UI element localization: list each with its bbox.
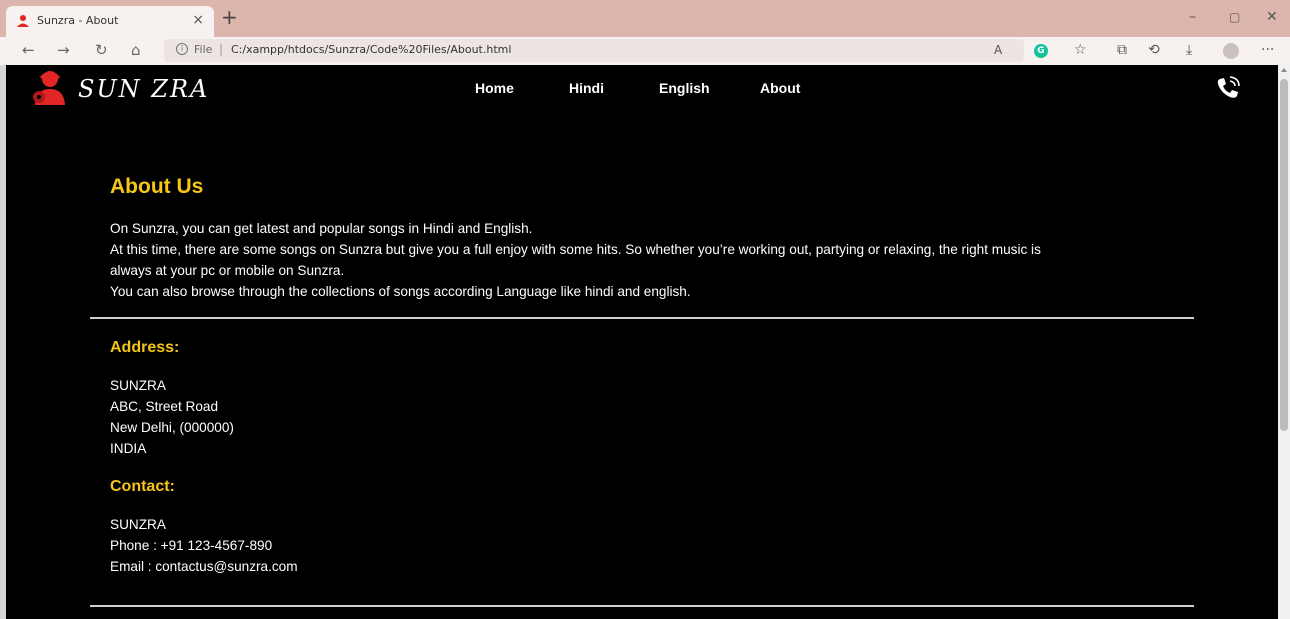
contact-line-1: SUNZRA xyxy=(110,517,166,532)
address-line-1: SUNZRA xyxy=(110,378,166,393)
address-line-4: INDIA xyxy=(110,441,147,456)
close-window-button[interactable]: ✕ xyxy=(1266,9,1278,25)
about-paragraph-4: You can also browse through the collecti… xyxy=(110,284,691,299)
tab-strip: Sunzra - About × + – ▢ ✕ xyxy=(0,0,1290,37)
vertical-scrollbar[interactable] xyxy=(1278,65,1290,619)
address-heading: Address: xyxy=(110,339,180,356)
about-paragraph-2: At this time, there are some songs on Su… xyxy=(110,242,1041,257)
tab-title: Sunzra - About xyxy=(37,14,119,27)
divider-1 xyxy=(90,317,1194,319)
nav-home[interactable]: Home xyxy=(475,80,514,96)
about-paragraph-1: On Sunzra, you can get latest and popula… xyxy=(110,221,533,236)
brand-name: SUN ZRA xyxy=(78,75,210,103)
reload-icon[interactable]: ↻ xyxy=(95,41,108,59)
info-icon[interactable]: i xyxy=(176,43,188,55)
nav-hindi[interactable]: Hindi xyxy=(569,80,604,96)
scroll-thumb[interactable] xyxy=(1280,79,1288,431)
phone-icon[interactable] xyxy=(1215,75,1241,101)
new-tab-button[interactable]: + xyxy=(221,5,238,29)
forward-icon[interactable]: → xyxy=(57,41,70,59)
restore-button[interactable]: ▢ xyxy=(1229,9,1240,25)
downloads-icon[interactable]: ⤓ xyxy=(1186,42,1192,58)
read-aloud-icon[interactable]: A xyxy=(994,42,1002,58)
contact-phone: Phone : +91 123-4567-890 xyxy=(110,538,273,553)
url-text[interactable]: C:/xampp/htdocs/Sunzra/Code%20Files/Abou… xyxy=(231,43,511,56)
scheme-label: File xyxy=(194,43,213,56)
collections-icon[interactable]: ⧉ xyxy=(1117,42,1127,58)
close-tab-icon[interactable]: × xyxy=(192,12,204,28)
tab-sunzra-about[interactable]: Sunzra - About × xyxy=(6,6,214,37)
history-icon[interactable]: ⟲ xyxy=(1148,42,1160,58)
nav-english[interactable]: English xyxy=(659,80,710,96)
back-icon[interactable]: ← xyxy=(22,41,35,59)
more-menu-icon[interactable]: ··· xyxy=(1261,42,1274,58)
contact-heading: Contact: xyxy=(110,478,175,495)
profile-avatar[interactable] xyxy=(1223,43,1239,59)
grammarly-icon[interactable]: G xyxy=(1034,44,1048,58)
about-heading: About Us xyxy=(110,175,204,198)
divider-2 xyxy=(90,605,1194,607)
address-separator: | xyxy=(219,42,224,56)
address-line-2: ABC, Street Road xyxy=(110,399,219,414)
contact-email[interactable]: Email : contactus@sunzra.com xyxy=(110,557,298,577)
address-line-3: New Delhi, (000000) xyxy=(110,420,234,435)
page-viewport: SUN ZRA Home Hindi English About About U… xyxy=(6,65,1278,619)
browser-toolbar: ← → ↻ ⌂ i File | C:/xampp/htdocs/Sunzra/… xyxy=(0,37,1290,65)
minimize-button[interactable]: – xyxy=(1189,9,1196,25)
about-paragraph-3: always at your pc or mobile on Sunzra. xyxy=(110,263,345,278)
sunzra-logo-icon xyxy=(33,71,65,105)
home-icon[interactable]: ⌂ xyxy=(131,41,141,59)
scroll-up-arrow-icon[interactable] xyxy=(1281,68,1287,72)
nav-about[interactable]: About xyxy=(760,80,800,96)
address-bar[interactable]: i File | C:/xampp/htdocs/Sunzra/Code%20F… xyxy=(164,39,1024,62)
sunzra-favicon-icon xyxy=(17,15,29,27)
favorites-icon[interactable]: ☆ xyxy=(1074,42,1087,58)
browser-window: Sunzra - About × + – ▢ ✕ ← → ↻ ⌂ i File … xyxy=(0,0,1290,619)
